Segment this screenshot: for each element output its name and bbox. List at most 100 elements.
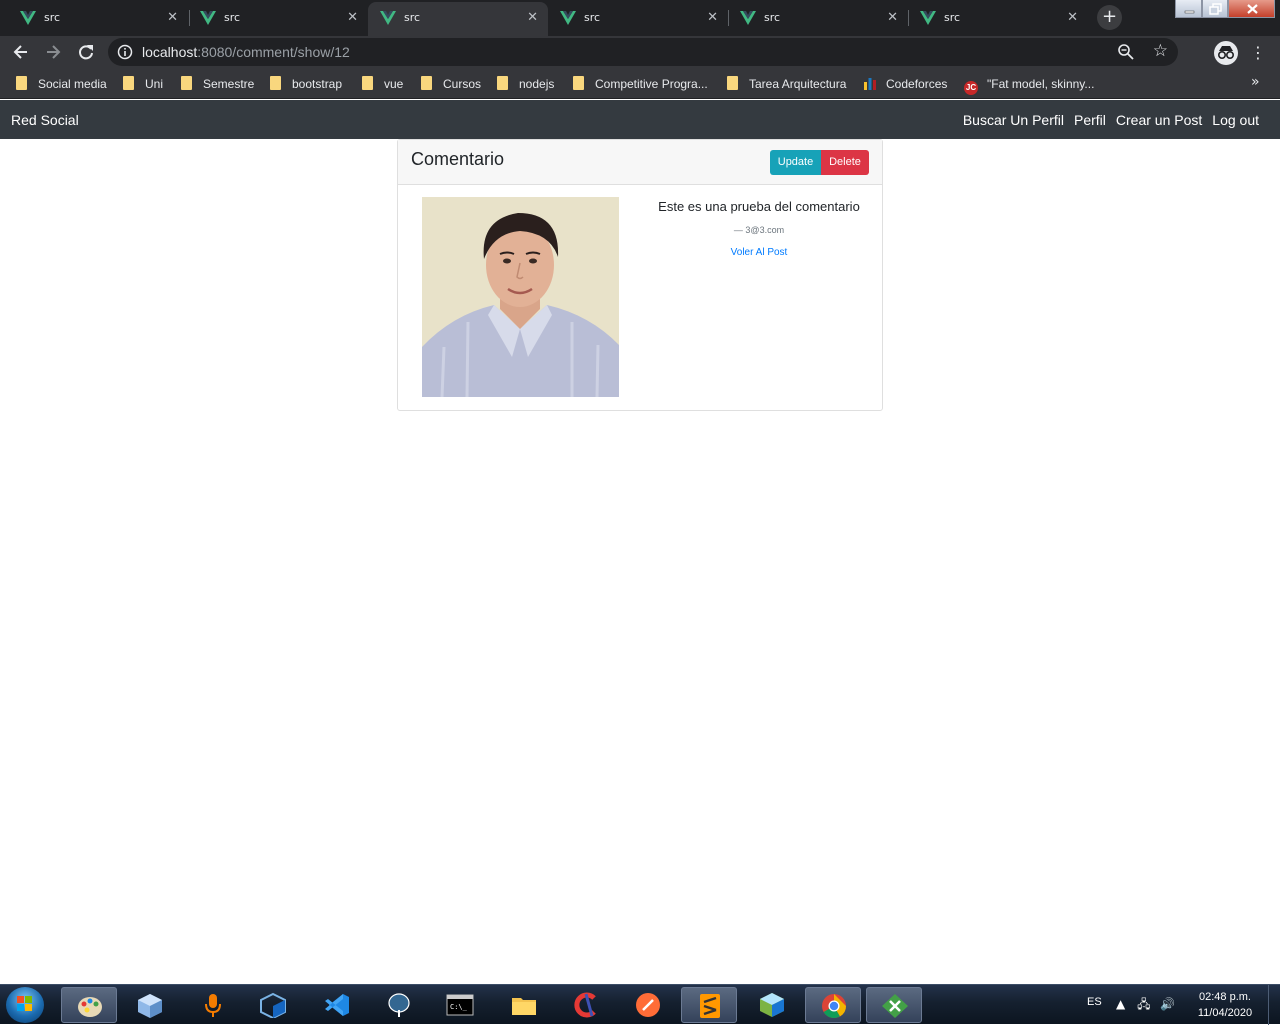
bookmark-label: Cursos bbox=[443, 77, 482, 91]
new-tab-button[interactable]: + bbox=[1097, 5, 1122, 30]
profile-photo bbox=[422, 197, 619, 397]
bookmark-folder[interactable]: Competitive Progra... bbox=[573, 76, 708, 92]
browser-tab[interactable]: src ✕ bbox=[548, 2, 728, 36]
tab-close-icon[interactable]: ✕ bbox=[527, 10, 538, 25]
taskbar-gitkraken[interactable] bbox=[866, 987, 922, 1023]
back-button[interactable] bbox=[8, 39, 34, 65]
browser-tab[interactable]: src ✕ bbox=[8, 2, 188, 36]
bookmark-folder[interactable]: Social media bbox=[16, 76, 107, 92]
folder-icon bbox=[497, 76, 508, 90]
nav-link-perfil[interactable]: Perfil bbox=[1074, 112, 1106, 128]
app-navbar: Red Social Buscar Un Perfil Perfil Crear… bbox=[0, 100, 1280, 139]
tab-close-icon[interactable]: ✕ bbox=[887, 10, 898, 25]
browser-tab-active[interactable]: src ✕ bbox=[368, 2, 548, 36]
chrome-icon bbox=[822, 994, 846, 1019]
network-icon[interactable]: 🖧 bbox=[1137, 997, 1150, 1011]
taskbar-cmd[interactable]: C:\_ bbox=[432, 987, 488, 1023]
taskbar-chrome[interactable] bbox=[805, 987, 861, 1023]
browser-tab[interactable]: src ✕ bbox=[188, 2, 368, 36]
volume-icon[interactable]: 🔊 bbox=[1160, 997, 1175, 1011]
profile-avatar[interactable] bbox=[1214, 41, 1238, 65]
system-tray: ▲ 🖧 🔊 bbox=[1116, 995, 1175, 1016]
bookmark-label: nodejs bbox=[519, 77, 555, 91]
url-text: localhost:8080/comment/show/12 bbox=[142, 44, 350, 60]
address-bar[interactable]: localhost:8080/comment/show/12 ☆ bbox=[108, 38, 1178, 66]
reload-button[interactable] bbox=[73, 39, 99, 65]
back-to-post-link[interactable]: Voler Al Post bbox=[634, 247, 884, 258]
tab-close-icon[interactable]: ✕ bbox=[1067, 10, 1078, 25]
reload-icon bbox=[79, 45, 93, 60]
vue-logo-icon bbox=[20, 11, 36, 25]
postman-icon bbox=[636, 993, 660, 1017]
restore-button[interactable] bbox=[1202, 0, 1228, 18]
taskbar-paint[interactable] bbox=[61, 987, 117, 1023]
bookmark-folder[interactable]: Tarea Arquitectura bbox=[727, 76, 846, 92]
browser-tab[interactable]: src ✕ bbox=[728, 2, 908, 36]
bookmark-link[interactable]: JC "Fat model, skinny... bbox=[964, 76, 1095, 95]
vue-logo-icon bbox=[560, 11, 576, 25]
taskbar-netbeans[interactable] bbox=[744, 987, 800, 1023]
taskbar-virtualbox[interactable] bbox=[245, 987, 301, 1023]
taskbar-explorer[interactable] bbox=[496, 987, 552, 1023]
vue-logo-icon bbox=[920, 11, 936, 25]
taskbar-postman[interactable] bbox=[620, 987, 676, 1023]
show-hidden-icons-icon[interactable]: ▲ bbox=[1116, 997, 1125, 1011]
taskbar-vscode[interactable] bbox=[309, 987, 365, 1023]
bookmark-folder[interactable]: Cursos bbox=[421, 76, 481, 92]
bookmark-folder[interactable]: vue bbox=[362, 76, 403, 92]
tab-title: src bbox=[224, 11, 241, 24]
vscode-icon bbox=[325, 994, 349, 1016]
taskbar-virtualbox-box[interactable] bbox=[122, 987, 178, 1023]
tab-title: src bbox=[44, 11, 61, 24]
show-desktop-button[interactable] bbox=[1268, 985, 1280, 1025]
bookmark-label: vue bbox=[384, 77, 404, 91]
tab-close-icon[interactable]: ✕ bbox=[347, 10, 358, 25]
delete-button[interactable]: Delete bbox=[821, 150, 869, 175]
taskbar-postgresql[interactable] bbox=[371, 987, 427, 1023]
site-info-icon[interactable] bbox=[117, 44, 133, 60]
nav-link-buscar-perfil[interactable]: Buscar Un Perfil bbox=[963, 112, 1064, 128]
bookmark-link[interactable]: Codeforces bbox=[863, 76, 947, 92]
tab-close-icon[interactable]: ✕ bbox=[707, 10, 718, 25]
bookmark-folder[interactable]: nodejs bbox=[497, 76, 554, 92]
comment-text: Este es una prueba del comentario bbox=[658, 199, 860, 214]
vue-logo-icon bbox=[380, 11, 396, 25]
browser-menu-icon[interactable]: ⋮ bbox=[1250, 42, 1266, 64]
bookmark-folder[interactable]: Uni bbox=[123, 76, 163, 92]
update-button[interactable]: Update bbox=[770, 150, 821, 175]
paint-palette-icon bbox=[78, 997, 102, 1017]
close-window-button[interactable] bbox=[1228, 0, 1275, 18]
navbar-brand[interactable]: Red Social bbox=[11, 112, 79, 128]
nav-link-log-out[interactable]: Log out bbox=[1212, 112, 1259, 128]
tab-title: src bbox=[404, 11, 421, 24]
bookmark-label: Uni bbox=[145, 77, 164, 91]
restore-icon bbox=[1209, 3, 1222, 15]
bookmark-star-icon[interactable]: ☆ bbox=[1153, 41, 1168, 61]
bookmark-label: Semestre bbox=[203, 77, 255, 91]
taskbar-recorder[interactable] bbox=[185, 987, 241, 1023]
folder-icon bbox=[421, 76, 432, 90]
browser-tab[interactable]: src ✕ bbox=[908, 2, 1088, 36]
bookmark-label: bootstrap bbox=[292, 77, 343, 91]
folder-icon bbox=[573, 76, 584, 90]
nav-link-crear-post[interactable]: Crear un Post bbox=[1116, 112, 1202, 128]
forward-button[interactable] bbox=[40, 39, 66, 65]
more-bookmarks-button[interactable]: » bbox=[1251, 74, 1260, 90]
system-clock[interactable]: 02:48 p.m. 11/04/2020 bbox=[1190, 989, 1260, 1021]
bookmark-folder[interactable]: Semestre bbox=[181, 76, 254, 92]
codeforces-icon bbox=[864, 78, 876, 90]
bookmark-folder[interactable]: bootstrap bbox=[270, 76, 342, 92]
start-button[interactable] bbox=[6, 987, 44, 1023]
command-prompt-icon: C:\_ bbox=[446, 994, 474, 1016]
netbeans-cube-icon bbox=[760, 993, 784, 1017]
tab-close-icon[interactable]: ✕ bbox=[167, 10, 178, 25]
minimize-button[interactable] bbox=[1175, 0, 1202, 18]
window-controls bbox=[1171, 0, 1280, 20]
folder-icon bbox=[181, 76, 192, 90]
taskbar-sublime[interactable] bbox=[681, 987, 737, 1023]
taskbar-ccleaner[interactable] bbox=[558, 987, 614, 1023]
language-indicator[interactable]: ES bbox=[1087, 996, 1102, 1008]
bookmark-label: "Fat model, skinny... bbox=[987, 77, 1095, 91]
tab-title: src bbox=[764, 11, 781, 24]
zoom-icon[interactable] bbox=[1116, 42, 1136, 62]
